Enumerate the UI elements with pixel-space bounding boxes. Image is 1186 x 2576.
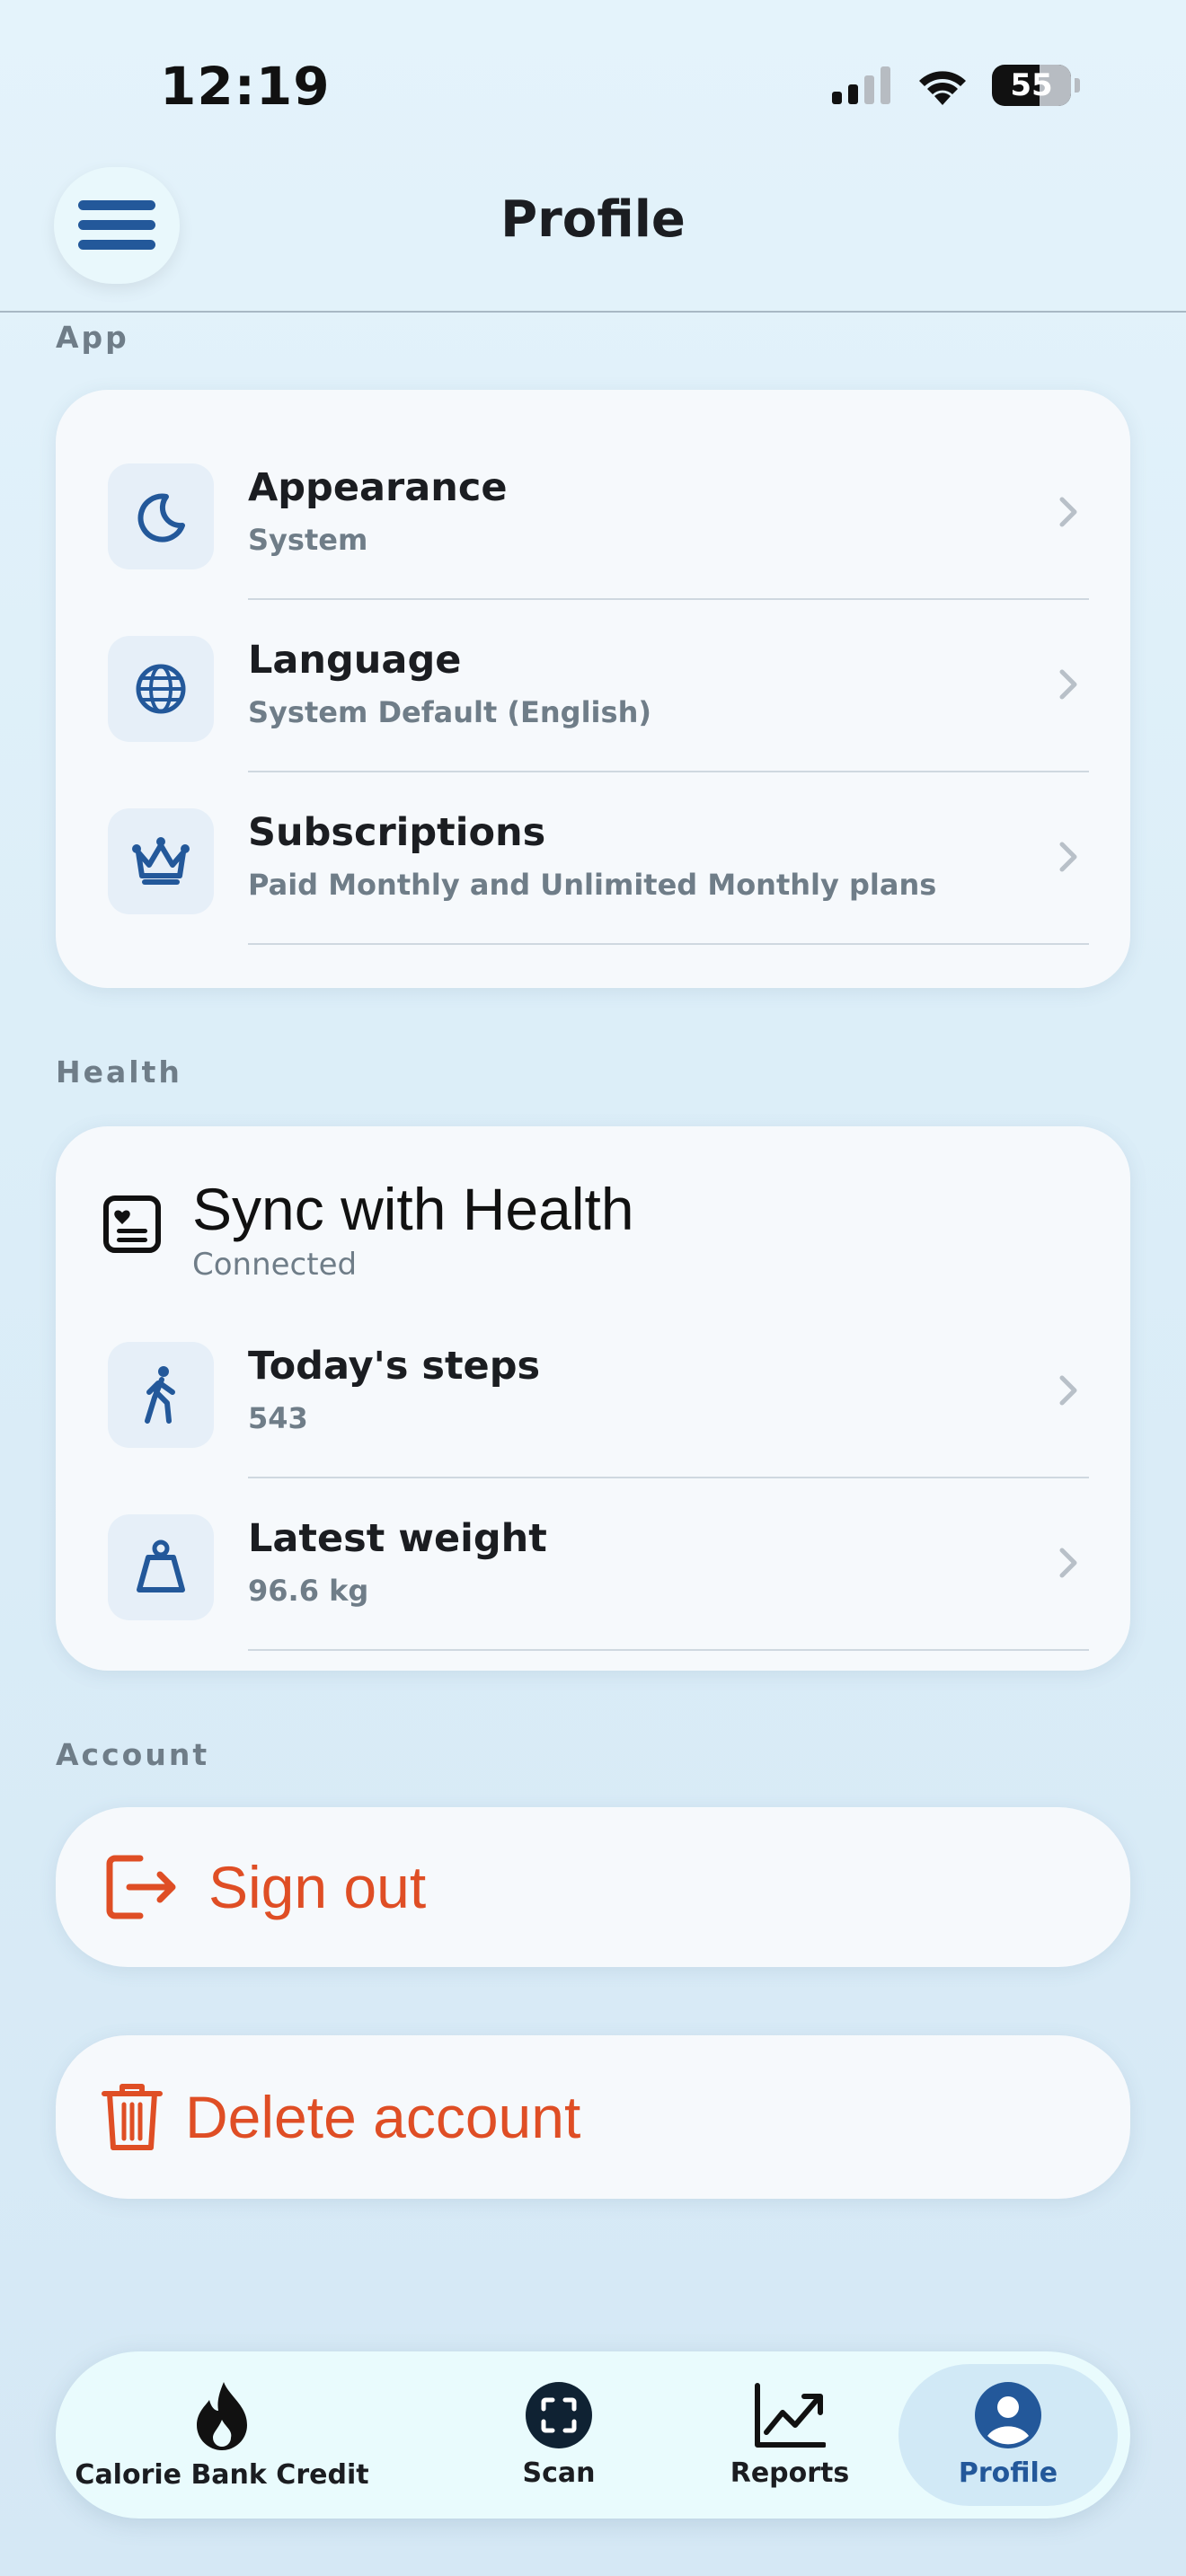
status-time: 12:19	[160, 56, 331, 117]
row-divider	[248, 1649, 1089, 1651]
weight-title: Latest weight	[248, 1516, 547, 1561]
status-icons: 55	[832, 65, 1080, 106]
tab-calorie-bank-credit[interactable]: Calorie Bank Credit	[75, 2351, 369, 2519]
todays-steps-row[interactable]: Today's steps 543	[56, 1306, 1130, 1478]
trash-icon	[102, 2084, 163, 2150]
weight-value: 96.6 kg	[248, 1574, 369, 1608]
tab-scan[interactable]: Scan	[505, 2351, 613, 2519]
health-record-icon	[103, 1195, 161, 1253]
subscriptions-row[interactable]: Subscriptions Paid Monthly and Unlimited…	[56, 772, 1130, 945]
walking-icon	[108, 1342, 214, 1448]
row-divider	[248, 943, 1089, 945]
appearance-row[interactable]: Appearance System	[56, 428, 1130, 600]
appearance-title: Appearance	[248, 465, 508, 510]
tab-label: Scan	[522, 2457, 596, 2489]
page-title: Profile	[500, 190, 686, 249]
section-label-health: Health	[56, 1054, 182, 1090]
moon-icon	[108, 463, 214, 569]
tab-bar: Calorie Bank Credit Scan Reports Profile	[56, 2351, 1130, 2519]
delete-account-label: Delete account	[185, 2084, 581, 2150]
latest-weight-row[interactable]: Latest weight 96.6 kg	[56, 1478, 1130, 1651]
tab-reports[interactable]: Reports	[722, 2351, 857, 2519]
tab-label: Reports	[730, 2457, 850, 2489]
weight-icon	[108, 1514, 214, 1620]
scan-icon	[526, 2381, 592, 2448]
globe-icon	[108, 636, 214, 742]
chevron-right-icon	[1059, 842, 1077, 872]
wifi-icon	[919, 71, 966, 105]
chevron-right-icon	[1059, 1548, 1077, 1578]
app-settings-card: Appearance System Language System Defaul…	[56, 390, 1130, 988]
signal-icon	[832, 66, 890, 104]
steps-value: 543	[248, 1401, 308, 1435]
health-card: Sync with Health Connected Today's steps…	[56, 1126, 1130, 1671]
subscriptions-value: Paid Monthly and Unlimited Monthly plans	[248, 868, 937, 902]
chevron-right-icon	[1059, 497, 1077, 527]
sign-out-icon	[106, 1855, 176, 1919]
delete-account-button[interactable]: Delete account	[56, 2035, 1130, 2199]
steps-title: Today's steps	[248, 1344, 541, 1389]
chevron-right-icon	[1059, 1375, 1077, 1406]
crown-icon	[108, 808, 214, 914]
chevron-right-icon	[1059, 669, 1077, 700]
section-label-account: Account	[56, 1737, 210, 1772]
tab-label: Calorie Bank Credit	[75, 2458, 369, 2491]
sign-out-label: Sign out	[208, 1854, 427, 1920]
appearance-value: System	[248, 523, 368, 557]
tab-profile[interactable]: Profile	[898, 2364, 1118, 2506]
tab-label: Profile	[958, 2457, 1058, 2489]
language-title: Language	[248, 638, 462, 683]
sync-health-title: Sync with Health	[192, 1176, 634, 1242]
section-label-app: App	[56, 320, 129, 355]
profile-icon	[975, 2381, 1041, 2448]
flame-icon	[197, 2381, 247, 2450]
language-value: System Default (English)	[248, 695, 651, 729]
battery-indicator: 55	[992, 65, 1071, 106]
language-row[interactable]: Language System Default (English)	[56, 600, 1130, 772]
sign-out-button[interactable]: Sign out	[56, 1807, 1130, 1967]
header-divider	[0, 311, 1186, 313]
chart-icon	[755, 2382, 826, 2448]
sync-health-status: Connected	[192, 1247, 358, 1283]
subscriptions-title: Subscriptions	[248, 810, 546, 855]
